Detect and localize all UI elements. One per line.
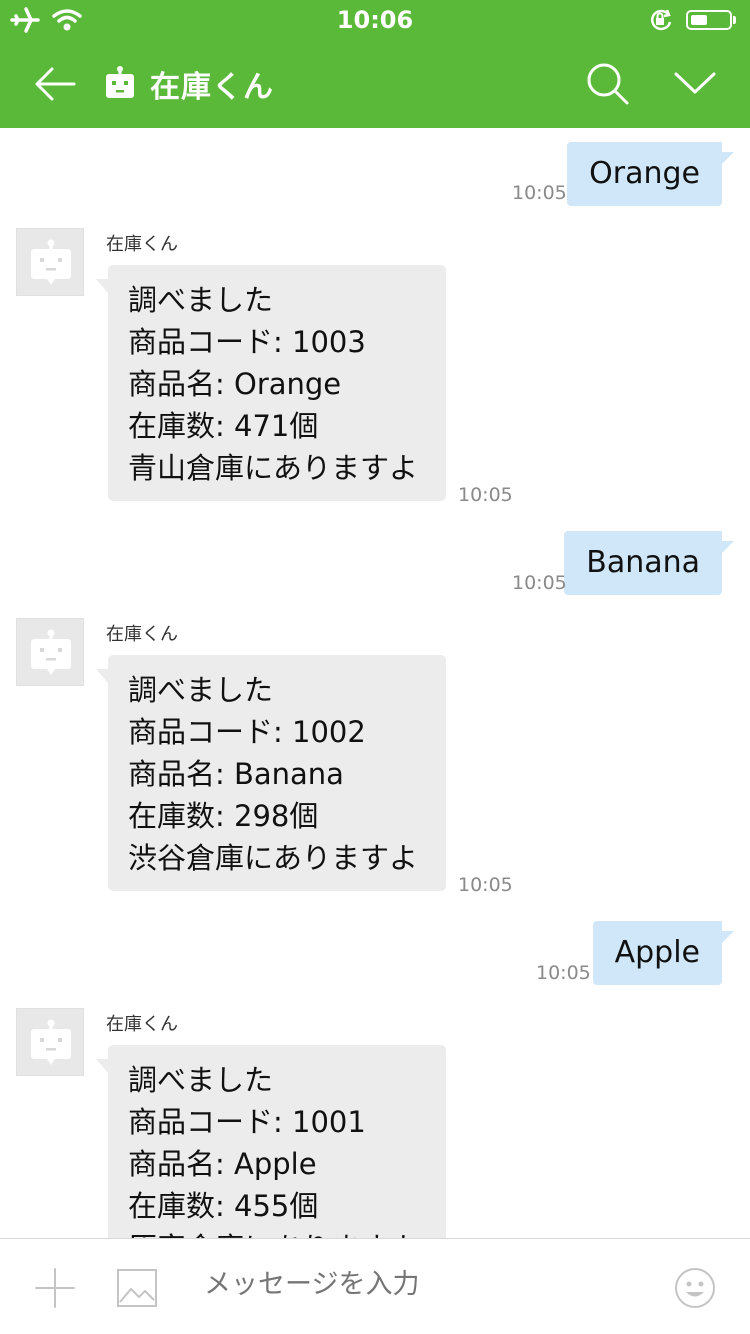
bot-icon xyxy=(104,66,136,104)
message-time: 10:05 xyxy=(458,874,513,896)
back-arrow-icon[interactable] xyxy=(32,62,78,106)
bot-avatar-icon xyxy=(31,629,71,675)
rotation-lock-icon xyxy=(648,8,674,36)
bot-avatar-icon xyxy=(31,1019,71,1065)
message-time: 10:05 xyxy=(458,484,513,506)
incoming-message[interactable]: 調べました 商品コード: 1001 商品名: Apple 在庫数: 455個 原… xyxy=(96,1045,446,1238)
message-line: 在庫数: 471個 xyxy=(128,409,319,443)
outgoing-message[interactable]: Apple xyxy=(592,921,735,985)
avatar[interactable] xyxy=(16,228,84,296)
message-line: 原宿倉庫にありますよ xyxy=(128,1227,426,1238)
message-line: 渋谷倉庫にありますよ xyxy=(128,841,419,875)
battery-level xyxy=(691,15,707,25)
message-line: 商品コード: 1002 xyxy=(128,715,366,749)
message-line: 商品コード: 1001 xyxy=(128,1105,366,1139)
message-line: 青山倉庫にありますよ xyxy=(128,451,419,485)
outgoing-message[interactable]: Orange xyxy=(567,142,734,206)
chevron-down-icon[interactable] xyxy=(672,64,718,104)
sender-name: 在庫くん xyxy=(106,234,178,255)
outgoing-message[interactable]: Banana xyxy=(564,531,734,595)
chat-title: 在庫くん xyxy=(150,70,274,105)
status-time: 10:06 xyxy=(336,6,414,34)
chat-area[interactable]: Orange 10:05 在庫くん 調べました 商品コード: 1003 商品名:… xyxy=(0,128,750,1238)
sender-name: 在庫くん xyxy=(106,624,178,645)
message-line: 商品コード: 1003 xyxy=(128,325,366,359)
message-line: 商品名: Apple xyxy=(128,1147,317,1181)
message-line: 商品名: Orange xyxy=(128,367,342,401)
emoji-icon[interactable] xyxy=(674,1267,716,1313)
message-line: 調べました xyxy=(128,1063,274,1097)
chat-header: 在庫くん xyxy=(0,40,750,128)
message-input[interactable] xyxy=(204,1269,644,1300)
message-line: 在庫数: 455個 xyxy=(128,1189,319,1223)
image-icon[interactable] xyxy=(117,1269,157,1311)
message-input-bar xyxy=(0,1238,750,1334)
battery-icon xyxy=(686,10,736,30)
sender-name: 在庫くん xyxy=(106,1014,178,1035)
plus-icon[interactable] xyxy=(34,1267,76,1313)
message-line: 調べました xyxy=(128,283,274,317)
message-line: 在庫数: 298個 xyxy=(128,799,319,833)
message-time: 10:05 xyxy=(536,962,591,984)
incoming-message[interactable]: 調べました 商品コード: 1002 商品名: Banana 在庫数: 298個 … xyxy=(96,655,446,891)
bot-avatar-icon xyxy=(31,239,71,285)
search-icon[interactable] xyxy=(584,60,632,108)
incoming-message[interactable]: 調べました 商品コード: 1003 商品名: Orange 在庫数: 471個 … xyxy=(96,265,446,501)
message-time: 10:05 xyxy=(512,572,567,594)
message-line: 商品名: Banana xyxy=(128,757,344,791)
message-line: 調べました xyxy=(128,673,274,707)
avatar[interactable] xyxy=(16,618,84,686)
top-bar: 10:06 在庫くん xyxy=(0,0,750,128)
message-time: 10:05 xyxy=(512,182,567,204)
status-bar: 10:06 xyxy=(0,0,750,40)
avatar[interactable] xyxy=(16,1008,84,1076)
